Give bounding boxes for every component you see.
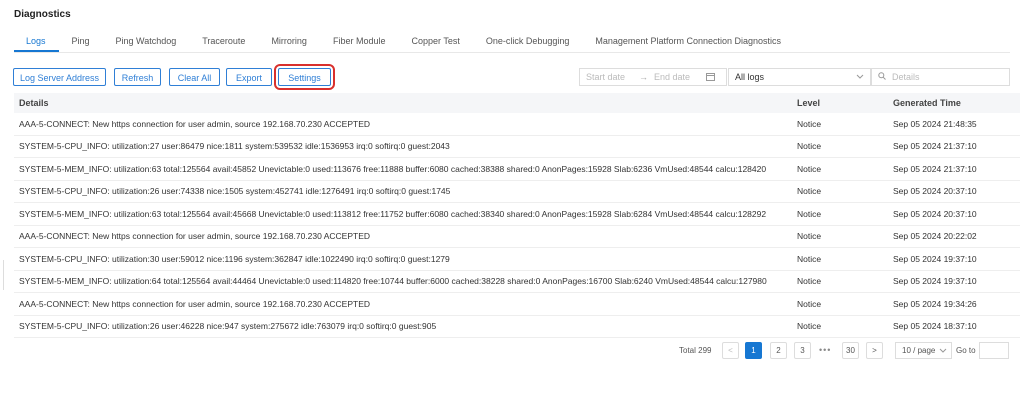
search-icon — [878, 72, 886, 82]
log-type-value: All logs — [735, 72, 765, 82]
settings-button[interactable]: Settings — [274, 64, 335, 90]
tab-one-click-debugging[interactable]: One-click Debugging — [473, 30, 583, 52]
table-row: SYSTEM-5-MEM_INFO: utilization:63 total:… — [14, 202, 1020, 226]
cell-details: AAA-5-CONNECT: New https connection for … — [14, 292, 792, 316]
side-collapse-handle[interactable] — [0, 260, 4, 290]
cell-time: Sep 05 2024 19:37:10 — [888, 270, 1020, 293]
clear-all-button[interactable]: Clear All — [169, 68, 220, 86]
cell-details: SYSTEM-5-MEM_INFO: utilization:64 total:… — [14, 270, 792, 293]
tab-bar: Logs Ping Ping Watchdog Traceroute Mirro… — [14, 30, 1010, 53]
cell-level: Notice — [792, 315, 888, 338]
cell-level: Notice — [792, 292, 888, 316]
pagination-page-3[interactable]: 3 — [794, 342, 811, 359]
date-range-picker[interactable]: Start date → End date — [579, 68, 727, 86]
chevron-down-icon — [939, 343, 947, 363]
cell-level: Notice — [792, 157, 888, 181]
calendar-icon[interactable] — [706, 72, 716, 83]
page-size-select[interactable]: 10 / page — [895, 342, 952, 359]
cell-time: Sep 05 2024 20:37:10 — [888, 180, 1020, 203]
pagination-total: Total 299 — [679, 346, 712, 355]
table-row: AAA-5-CONNECT: New https connection for … — [14, 113, 1020, 136]
column-header-details[interactable]: Details — [14, 93, 792, 113]
pagination-page-last[interactable]: 30 — [842, 342, 859, 359]
date-range-arrow: → — [639, 72, 649, 82]
cell-level: Notice — [792, 180, 888, 203]
table-row: SYSTEM-5-CPU_INFO: utilization:27 user:8… — [14, 135, 1020, 158]
chevron-down-icon — [856, 69, 864, 90]
cell-time: Sep 05 2024 19:34:26 — [888, 292, 1020, 316]
tab-management-platform-diagnostics[interactable]: Management Platform Connection Diagnosti… — [582, 30, 794, 52]
refresh-button[interactable]: Refresh — [114, 68, 161, 86]
details-search[interactable] — [871, 68, 1010, 86]
table-row: SYSTEM-5-MEM_INFO: utilization:63 total:… — [14, 157, 1020, 181]
cell-details: SYSTEM-5-MEM_INFO: utilization:63 total:… — [14, 202, 792, 226]
cell-details: AAA-5-CONNECT: New https connection for … — [14, 225, 792, 248]
cell-level: Notice — [792, 202, 888, 226]
start-date-input[interactable]: Start date — [586, 72, 625, 82]
cell-level: Notice — [792, 113, 888, 136]
cell-time: Sep 05 2024 19:37:10 — [888, 247, 1020, 271]
cell-details: SYSTEM-5-CPU_INFO: utilization:30 user:5… — [14, 247, 792, 271]
tab-fiber-module[interactable]: Fiber Module — [320, 30, 399, 52]
cell-level: Notice — [792, 135, 888, 158]
tab-ping[interactable]: Ping — [59, 30, 103, 52]
toolbar: Log Server Address Refresh Clear All Exp… — [13, 64, 1010, 90]
column-header-time[interactable]: Generated Time — [888, 93, 1020, 113]
table-row: SYSTEM-5-CPU_INFO: utilization:30 user:5… — [14, 247, 1020, 271]
table-row: SYSTEM-5-CPU_INFO: utilization:26 user:7… — [14, 180, 1020, 203]
tab-traceroute[interactable]: Traceroute — [189, 30, 258, 52]
page-size-value: 10 / page — [902, 346, 936, 355]
export-button[interactable]: Export — [226, 68, 272, 86]
table-row: AAA-5-CONNECT: New https connection for … — [14, 225, 1020, 248]
cell-time: Sep 05 2024 20:22:02 — [888, 225, 1020, 248]
cell-time: Sep 05 2024 21:37:10 — [888, 135, 1020, 158]
end-date-input[interactable]: End date — [654, 72, 690, 82]
goto-label: Go to — [956, 346, 976, 355]
pagination-next-button[interactable]: > — [866, 342, 883, 359]
pagination-page-2[interactable]: 2 — [770, 342, 787, 359]
pagination-prev-button[interactable]: < — [722, 342, 739, 359]
goto-page-input[interactable] — [979, 342, 1009, 359]
log-type-select[interactable]: All logs — [728, 68, 871, 86]
cell-time: Sep 05 2024 21:37:10 — [888, 157, 1020, 181]
cell-details: SYSTEM-5-MEM_INFO: utilization:63 total:… — [14, 157, 792, 181]
pagination-ellipsis[interactable]: ••• — [819, 345, 831, 355]
tab-ping-watchdog[interactable]: Ping Watchdog — [103, 30, 190, 52]
tab-copper-test[interactable]: Copper Test — [398, 30, 472, 52]
log-server-address-button[interactable]: Log Server Address — [13, 68, 106, 86]
cell-level: Notice — [792, 270, 888, 293]
logs-table: Details Level Generated Time AAA-5-CONNE… — [14, 93, 1020, 338]
cell-details: SYSTEM-5-CPU_INFO: utilization:26 user:7… — [14, 180, 792, 203]
cell-time: Sep 05 2024 20:37:10 — [888, 202, 1020, 226]
cell-time: Sep 05 2024 18:37:10 — [888, 315, 1020, 338]
table-row: AAA-5-CONNECT: New https connection for … — [14, 292, 1020, 316]
table-header-row: Details Level Generated Time — [14, 93, 1020, 113]
cell-time: Sep 05 2024 21:48:35 — [888, 113, 1020, 136]
cell-level: Notice — [792, 225, 888, 248]
cell-details: AAA-5-CONNECT: New https connection for … — [14, 113, 792, 136]
table-row: SYSTEM-5-CPU_INFO: utilization:26 user:4… — [14, 315, 1020, 338]
cell-details: SYSTEM-5-CPU_INFO: utilization:27 user:8… — [14, 135, 792, 158]
page-title: Diagnostics — [14, 9, 71, 20]
tab-mirroring[interactable]: Mirroring — [258, 30, 320, 52]
pagination-page-1[interactable]: 1 — [745, 342, 762, 359]
table-row: SYSTEM-5-MEM_INFO: utilization:64 total:… — [14, 270, 1020, 293]
column-header-level[interactable]: Level — [792, 93, 888, 113]
cell-details: SYSTEM-5-CPU_INFO: utilization:26 user:4… — [14, 315, 792, 338]
details-search-input[interactable] — [890, 71, 1004, 83]
cell-level: Notice — [792, 247, 888, 271]
tab-logs[interactable]: Logs — [14, 30, 59, 52]
